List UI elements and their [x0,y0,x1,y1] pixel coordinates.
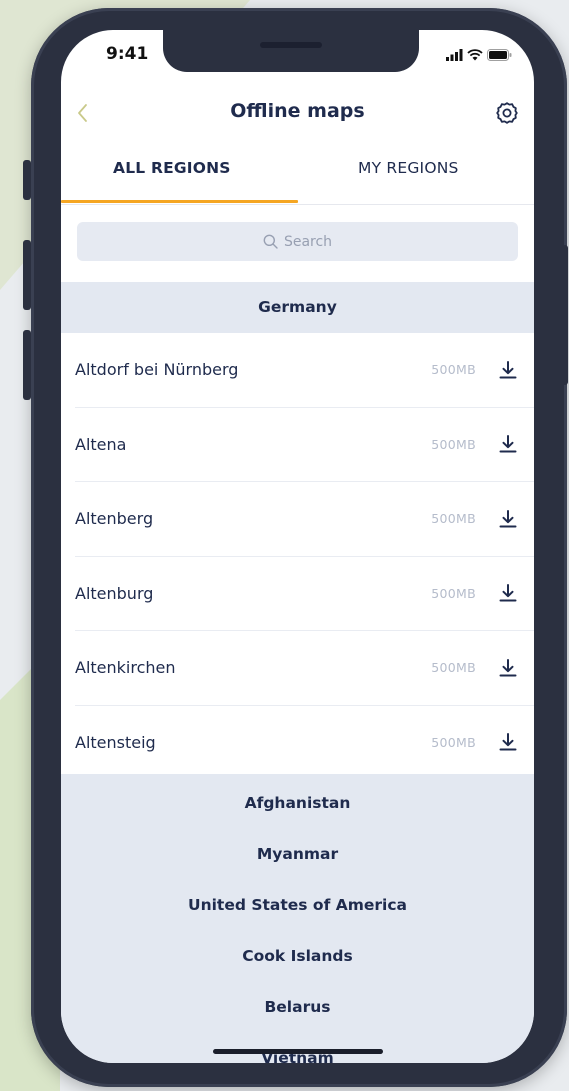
list-item[interactable]: Altenkirchen 500MB [75,631,534,706]
list-item[interactable]: Altdorf bei Nürnberg 500MB [75,333,534,408]
search-icon [263,234,278,249]
tab-all-regions[interactable]: ALL REGIONS [113,159,231,177]
country-item[interactable]: United States of America [61,896,534,914]
download-icon[interactable] [498,434,518,454]
download-icon[interactable] [498,509,518,529]
country-item[interactable]: Cook Islands [61,947,534,965]
app-screen: 9:41 Offline maps ALL REGIONS MY REGIONS… [61,30,534,1063]
region-name: Altenkirchen [75,658,176,678]
status-time: 9:41 [106,44,149,64]
signal-icon [446,49,463,61]
region-size: 500MB [431,660,476,676]
download-icon[interactable] [498,732,518,752]
region-size: 500MB [431,436,476,452]
speaker [260,42,322,48]
region-name: Altenberg [75,509,154,529]
region-tabs: ALL REGIONS MY REGIONS [61,152,534,205]
region-name: Altdorf bei Nürnberg [75,360,239,380]
wifi-icon [467,49,483,61]
region-list: Altdorf bei Nürnberg 500MB Altena 500MB … [61,333,534,779]
country-item[interactable]: Myanmar [61,845,534,863]
region-size: 500MB [431,362,476,378]
region-name: Altensteig [75,732,156,752]
side-button [23,330,31,400]
country-list: Afghanistan Myanmar United States of Ame… [61,774,534,1063]
download-icon[interactable] [498,360,518,380]
side-button [23,240,31,310]
region-size: 500MB [431,511,476,527]
region-size: 500MB [431,734,476,750]
download-icon[interactable] [498,583,518,603]
search-input[interactable]: Search [77,222,518,261]
section-header-germany[interactable]: Germany [61,282,534,333]
tab-my-regions[interactable]: MY REGIONS [358,159,459,177]
active-tab-indicator [61,200,298,203]
battery-icon [487,49,512,61]
list-item[interactable]: Altensteig 500MB [75,706,534,780]
list-item[interactable]: Altena 500MB [75,408,534,482]
country-item[interactable]: Belarus [61,998,534,1016]
gear-icon[interactable] [494,100,520,126]
home-indicator [213,1049,383,1054]
download-icon[interactable] [498,658,518,678]
status-icons [446,49,512,61]
list-item[interactable]: Altenberg 500MB [75,482,534,557]
page-title: Offline maps [230,100,365,122]
side-button [562,245,568,385]
region-size: 500MB [431,585,476,601]
list-item[interactable]: Altenburg 500MB [75,557,534,631]
region-name: Altena [75,434,127,454]
notch [163,30,419,72]
country-item[interactable]: Afghanistan [61,794,534,812]
side-button [23,160,31,200]
region-name: Altenburg [75,583,154,603]
header: Offline maps [61,96,534,136]
search-placeholder: Search [283,233,333,250]
